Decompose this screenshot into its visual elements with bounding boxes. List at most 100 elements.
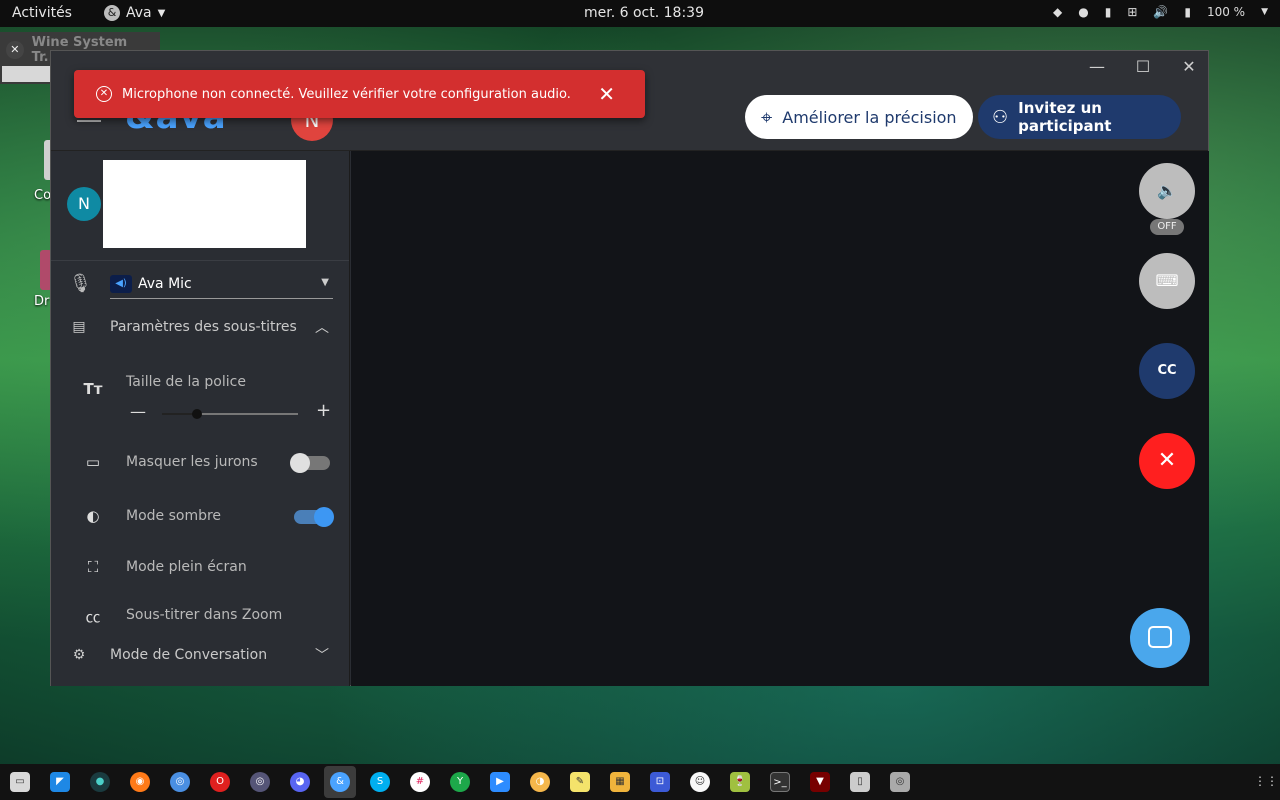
- activities-button[interactable]: Activités: [12, 5, 72, 21]
- sidebar: N 🎙 ◀) Ava Mic ▼ ▤ Paramètres des sous-t…: [51, 151, 350, 686]
- app-grid-icon[interactable]: ⋮⋮⋮: [1254, 774, 1280, 788]
- transcript-area: 🔈 OFF ⌨ CC ✕: [351, 151, 1209, 686]
- ava-icon[interactable]: &: [330, 772, 350, 792]
- chat-bubble-icon: [1148, 626, 1172, 648]
- improve-precision-button[interactable]: ⌖ Améliorer la précision: [745, 95, 973, 139]
- chevron-down-icon[interactable]: ▼: [1261, 7, 1268, 17]
- yandex-icon[interactable]: Y: [450, 772, 470, 792]
- user-name-field[interactable]: [103, 160, 306, 248]
- clock[interactable]: mer. 6 oct. 18:39: [584, 5, 704, 21]
- chevron-down-icon[interactable]: ﹀: [315, 645, 329, 665]
- chromium-icon[interactable]: ◎: [170, 772, 190, 792]
- zoom-caption-option[interactable]: ㏄ Sous-titrer dans Zoom: [51, 596, 349, 636]
- conversation-mode-label: Mode de Conversation: [110, 647, 268, 663]
- network-icon[interactable]: ⊞: [1127, 5, 1137, 19]
- app2-icon[interactable]: ◑: [530, 772, 550, 792]
- dropdown-arrow-icon: ▼: [321, 277, 329, 288]
- improve-precision-label: Améliorer la précision: [782, 107, 957, 127]
- skype-icon[interactable]: S: [370, 772, 390, 792]
- font-size-label: Taille de la police: [126, 374, 246, 390]
- slack-icon[interactable]: #: [410, 772, 430, 792]
- dropbox-icon[interactable]: ◆: [1053, 5, 1062, 19]
- error-icon: ✕: [96, 86, 112, 102]
- microphone-name: Ava Mic: [138, 275, 192, 292]
- vscode-icon[interactable]: ◤: [50, 772, 70, 792]
- group-settings-icon: ⚙: [72, 647, 86, 663]
- invite-participant-button[interactable]: ⚇ Invitez un participant: [978, 95, 1181, 139]
- microphone-select[interactable]: ◀) Ava Mic ▼: [110, 269, 333, 299]
- chat-button[interactable]: [1130, 608, 1190, 668]
- screenshot-icon[interactable]: ⊡: [650, 772, 670, 792]
- conversation-mode-header[interactable]: ⚙ Mode de Conversation ﹀: [51, 635, 349, 675]
- dark-mode-label: Mode sombre: [126, 508, 222, 524]
- keyboard-button[interactable]: ⌨: [1139, 253, 1195, 309]
- microphone-icon: 🎙: [69, 273, 92, 294]
- error-message: Microphone non connecté. Veuillez vérifi…: [122, 86, 571, 102]
- increase-font-button[interactable]: +: [316, 400, 331, 421]
- close-window-button[interactable]: ✕: [1177, 57, 1201, 76]
- invite-participant-label: Invitez un participant: [1018, 99, 1112, 135]
- notes-icon[interactable]: ✎: [570, 772, 590, 792]
- clipboard-icon[interactable]: ▮: [1105, 5, 1112, 19]
- desktop-icon-label: Dr: [34, 294, 50, 309]
- opera-icon[interactable]: O: [210, 772, 230, 792]
- closed-captions-button[interactable]: CC: [1139, 343, 1195, 399]
- chevron-down-icon: ▼: [157, 7, 166, 19]
- emoji-icon[interactable]: ☺: [690, 772, 710, 792]
- chevron-up-icon[interactable]: ︿: [315, 317, 329, 337]
- usb-icon[interactable]: ▯: [850, 772, 870, 792]
- app-name: Ava: [126, 5, 152, 21]
- zoom-icon[interactable]: ▶: [490, 772, 510, 792]
- slider-thumb[interactable]: [192, 409, 202, 419]
- disk-icon[interactable]: ◎: [890, 772, 910, 792]
- hide-swears-toggle[interactable]: [290, 453, 330, 473]
- text-size-icon: Tт: [83, 380, 103, 398]
- sound-off-badge: OFF: [1150, 219, 1184, 235]
- subtitle-settings-label: Paramètres des sous-titres: [110, 319, 297, 335]
- chrome-icon[interactable]: ◎: [250, 772, 270, 792]
- app-icon[interactable]: ●: [90, 772, 110, 792]
- volume-icon[interactable]: 🔊: [1153, 5, 1168, 19]
- archive-icon[interactable]: ▦: [610, 772, 630, 792]
- speaker-icon: ◀): [110, 274, 132, 293]
- app-menu[interactable]: & Ava ▼: [104, 5, 165, 21]
- end-call-button[interactable]: ✕: [1139, 433, 1195, 489]
- sound-toggle-button[interactable]: 🔈: [1139, 163, 1195, 219]
- close-icon[interactable]: ✕: [6, 41, 24, 59]
- decrease-font-button[interactable]: —: [130, 402, 146, 421]
- cc-icon: ㏄: [85, 608, 101, 626]
- discord-icon[interactable]: ◕: [290, 772, 310, 792]
- user-avatar[interactable]: N: [67, 187, 101, 221]
- contrast-icon: ◐: [86, 507, 100, 525]
- mushroom-icon[interactable]: ●: [1078, 5, 1088, 19]
- subtitles-icon: ▤: [72, 319, 86, 335]
- error-toast: ✕ Microphone non connecté. Veuillez véri…: [74, 70, 645, 118]
- ava-window: — ☐ ✕ &ava N ⌖ Améliorer la précision ⚇ …: [50, 50, 1209, 686]
- add-user-icon: ⚇: [992, 106, 1009, 128]
- ava-app-icon: &: [104, 5, 120, 21]
- zoom-caption-label: Sous-titrer dans Zoom: [126, 607, 283, 623]
- microphone-row: 🎙 ◀) Ava Mic ▼: [51, 261, 349, 311]
- close-toast-button[interactable]: ✕: [598, 82, 615, 106]
- keyboard-icon: ⌨: [1155, 271, 1179, 290]
- font-size-option: Tт Taille de la police: [51, 363, 349, 403]
- font-size-slider[interactable]: — +: [126, 398, 336, 428]
- wine2-icon[interactable]: ▼: [810, 772, 830, 792]
- terminal-icon[interactable]: >_: [770, 772, 790, 792]
- minimize-button[interactable]: —: [1085, 57, 1109, 76]
- fullscreen-option[interactable]: ⛶ Mode plein écran: [51, 548, 349, 588]
- cc-icon: CC: [1157, 363, 1177, 378]
- battery-icon[interactable]: ▮: [1184, 5, 1191, 19]
- desktop-icon-label: Co: [34, 188, 52, 203]
- firefox-icon[interactable]: ◉: [130, 772, 150, 792]
- files-icon[interactable]: ▭: [10, 772, 30, 792]
- hide-swears-option: ▭ Masquer les jurons: [51, 443, 349, 483]
- dark-mode-toggle[interactable]: [294, 507, 334, 527]
- system-tray[interactable]: ◆ ● ▮ ⊞ 🔊 ▮ 100 % ▼: [1053, 5, 1268, 19]
- subtitle-settings-header[interactable]: ▤ Paramètres des sous-titres ︿: [51, 307, 349, 347]
- dark-mode-option: ◐ Mode sombre: [51, 497, 349, 537]
- wine-icon[interactable]: 🍷: [730, 772, 750, 792]
- maximize-button[interactable]: ☐: [1131, 57, 1155, 76]
- battery-level: 100 %: [1206, 5, 1246, 19]
- fullscreen-label: Mode plein écran: [126, 559, 247, 575]
